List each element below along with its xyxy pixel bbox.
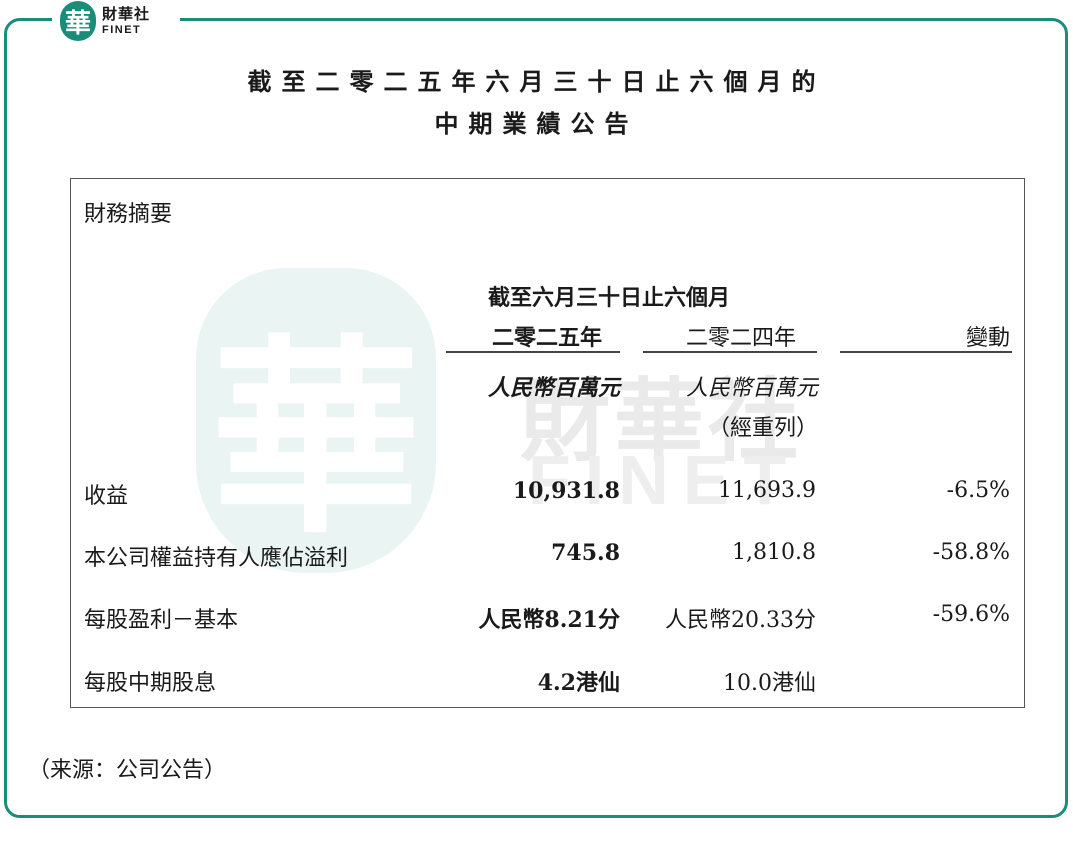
row-profit-change: -58.8% [932,540,1010,565]
row-profit-2025: 745.8 [551,540,620,566]
row-dividend-2025: 4.2港仙 [537,670,620,696]
column-header-2024: 二零二四年 [686,326,797,351]
row-profit-2024: 1,810.8 [732,540,816,565]
logo-cn: 財華社 [102,4,151,23]
source-note: （来源：公司公告） [28,758,227,783]
row-label-eps: 每股盈利－基本 [84,608,239,633]
column-header-2025: 二零二五年 [492,326,603,351]
finet-logo: 華 財華社 FINET [52,0,180,42]
page-title-line1: 截至二零二五年六月三十日止六個月的 [247,68,826,96]
row-revenue-2024: 11,693.9 [718,478,816,503]
logo-text: 財華社 FINET [102,4,151,36]
row-revenue-change: -6.5% [946,478,1010,503]
row-eps-change: -59.6% [932,602,1010,627]
header-underline-2025 [446,351,620,353]
unit-2024: 人民幣百萬元 [685,376,818,401]
restated-note: （經重列） [707,416,818,441]
row-dividend-2024: 10.0港仙 [723,671,816,696]
period-header: 截至六月三十日止六個月 [488,286,731,311]
section-title: 財務摘要 [84,202,173,227]
finet-logo-icon: 華 [60,1,96,41]
row-eps-2024: 人民幣20.33分 [665,608,816,633]
row-label-profit: 本公司權益持有人應佔溢利 [84,546,349,571]
row-label-revenue: 收益 [84,484,129,509]
header-underline-change [840,351,1012,353]
header-underline-2024 [643,351,817,353]
unit-2025: 人民幣百萬元 [487,376,620,401]
column-header-change: 變動 [965,326,1010,351]
row-label-dividend: 每股中期股息 [84,671,217,696]
logo-en: FINET [102,23,142,36]
row-revenue-2025: 10,931.8 [512,478,620,504]
page-title-line2: 中期業績公告 [434,110,639,138]
row-eps-2025: 人民幣8.21分 [478,607,620,633]
